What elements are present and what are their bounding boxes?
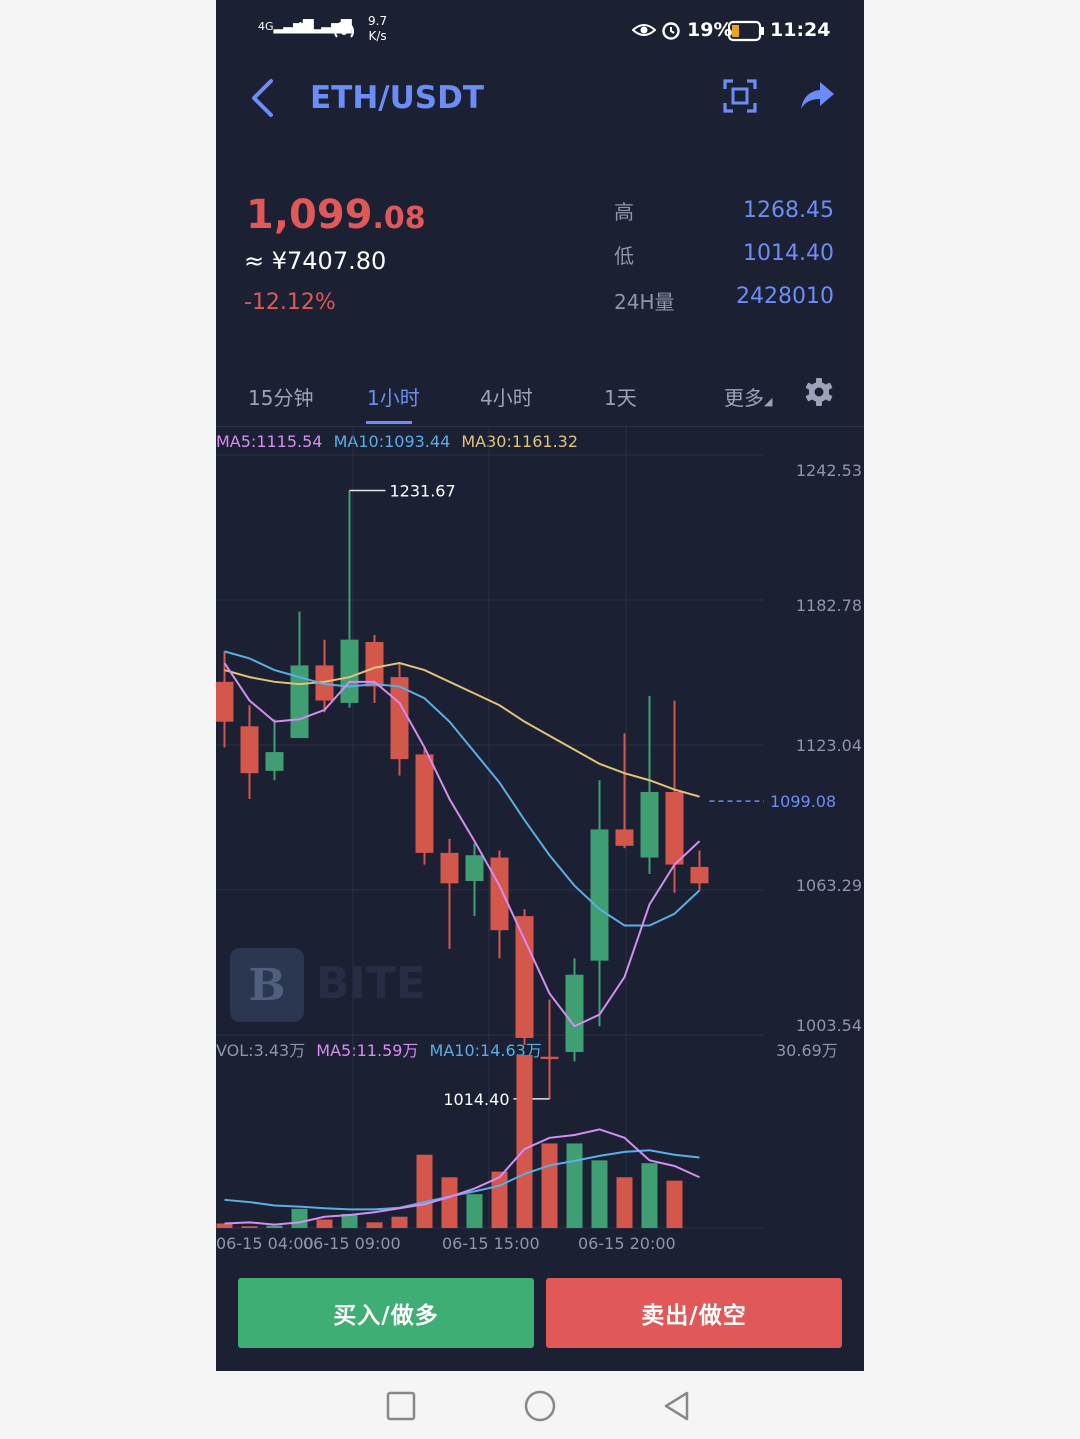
volume-bar[interactable] (291, 1208, 308, 1228)
tab-more[interactable]: 更多◢ (724, 382, 772, 411)
high-value: 1268.45 (743, 198, 834, 223)
candle-body[interactable] (265, 752, 284, 771)
y-axis-tick-label: 1063.29 (796, 876, 862, 895)
gear-icon (805, 378, 833, 406)
candle-body[interactable] (540, 1056, 559, 1060)
last-price: 1,099.08 (246, 192, 426, 238)
share-button[interactable] (800, 80, 836, 116)
candle-body[interactable] (440, 852, 459, 884)
fullscreen-button[interactable] (722, 78, 758, 118)
volume-bar[interactable] (541, 1143, 558, 1228)
cny-price: ≈ ¥7407.80 (244, 247, 387, 275)
fullscreen-icon (723, 79, 757, 113)
signal-1-text: 4G (258, 20, 274, 33)
change-percent: -12.12% (244, 290, 336, 315)
volume-bar[interactable] (416, 1154, 433, 1228)
chevron-left-icon (252, 79, 273, 117)
candle-body[interactable] (565, 974, 584, 1053)
y-axis-tick-label: 1003.54 (796, 1016, 862, 1035)
alarm-icon (660, 19, 682, 45)
chart-settings-button[interactable] (804, 377, 834, 411)
volume-bar[interactable] (666, 1180, 683, 1228)
dropdown-corner-icon: ◢ (764, 395, 773, 408)
net-speed: 9.7 K/s (368, 14, 387, 44)
candle-body[interactable] (640, 791, 659, 858)
volume-24h-value: 2428010 (736, 284, 834, 309)
candle-body[interactable] (240, 726, 259, 774)
x-axis-tick-label: 06-15 09:00 (303, 1234, 401, 1253)
x-axis-tick-label: 06-15 04:00 (216, 1234, 314, 1253)
volume-bar[interactable] (441, 1177, 458, 1228)
volume-bar[interactable] (316, 1219, 333, 1228)
battery-percent: 19% (687, 19, 733, 41)
x-axis-tick-label: 06-15 15:00 (442, 1234, 540, 1253)
tab-1day[interactable]: 1天 (604, 382, 637, 411)
system-back-button[interactable] (662, 1390, 692, 1426)
y-axis-tick-label: 1182.78 (796, 596, 862, 615)
volume-24h-label: 24H量 (614, 290, 675, 314)
last-price-decimal: .08 (372, 201, 426, 236)
candle-body[interactable] (415, 754, 434, 853)
candle-body[interactable] (365, 641, 384, 687)
home-button[interactable] (523, 1389, 557, 1427)
candle-body[interactable] (590, 829, 609, 961)
share-arrow-icon (801, 82, 834, 109)
max-price-label: 1231.67 (390, 481, 456, 500)
kline-chart[interactable]: 1242.53 1182.78 1123.04 1063.29 1003.54 06-15… (216, 426, 864, 1256)
eye-icon (631, 20, 657, 44)
signal-2-text: 4G (296, 20, 312, 33)
net-speed-value: 9.7 (368, 14, 388, 28)
candle-body[interactable] (665, 791, 684, 865)
low-label: 低 (614, 244, 634, 268)
candle-body[interactable] (465, 855, 484, 881)
hotspot-icon (332, 20, 356, 46)
candle-body[interactable] (216, 681, 234, 722)
last-price-integer: 1,099 (246, 192, 373, 238)
clock: 11:24 (770, 19, 831, 41)
volume-bar[interactable] (266, 1225, 283, 1228)
recent-apps-icon (386, 1391, 416, 1421)
buy-long-button[interactable]: 买入/做多 (238, 1278, 534, 1348)
volume-bar[interactable] (616, 1177, 633, 1228)
system-navigation-bar (216, 1371, 864, 1439)
candle-body[interactable] (340, 639, 359, 703)
candle-body[interactable] (615, 829, 634, 846)
recent-apps-button[interactable] (386, 1391, 416, 1425)
tab-1hour[interactable]: 1小时 (367, 382, 420, 411)
volume-bar[interactable] (391, 1216, 408, 1228)
sell-short-button[interactable]: 卖出/做空 (546, 1278, 842, 1348)
high-label: 高 (614, 200, 634, 224)
volume-bar[interactable] (516, 1055, 533, 1228)
candle-body[interactable] (490, 857, 509, 931)
volume-bar[interactable] (641, 1163, 658, 1228)
last-price-label: 1099.08 (770, 792, 836, 811)
low-value: 1014.40 (743, 241, 834, 266)
volume-bar[interactable] (366, 1222, 383, 1228)
volume-bar[interactable] (591, 1160, 608, 1228)
active-tab-indicator (366, 421, 412, 424)
tab-more-label: 更多 (724, 386, 764, 410)
candle-body[interactable] (515, 916, 534, 1038)
candle-body[interactable] (690, 866, 709, 884)
net-speed-unit: K/s (368, 29, 387, 43)
back-triangle-icon (664, 1391, 689, 1421)
volume-bar[interactable] (466, 1194, 483, 1228)
app-screen: 4G▂▃▅▇ 4G▂▃▅▇ 9.7 K/s 19% 11:24 ETH/USDT… (216, 0, 864, 1371)
tab-4hour[interactable]: 4小时 (480, 382, 533, 411)
tab-15min[interactable]: 15分钟 (248, 382, 313, 411)
battery-icon (727, 20, 766, 46)
x-axis-tick-label: 06-15 20:00 (578, 1234, 676, 1253)
y-axis-tick-label: 1123.04 (796, 736, 862, 755)
min-price-label: 1014.40 (443, 1090, 509, 1109)
volume-bar[interactable] (241, 1226, 258, 1228)
y-axis-tick-label: 1242.53 (796, 461, 862, 480)
volume-bar[interactable] (566, 1143, 583, 1228)
back-button[interactable] (246, 76, 280, 124)
page-title: ETH/USDT (310, 80, 484, 116)
home-icon (524, 1390, 556, 1422)
